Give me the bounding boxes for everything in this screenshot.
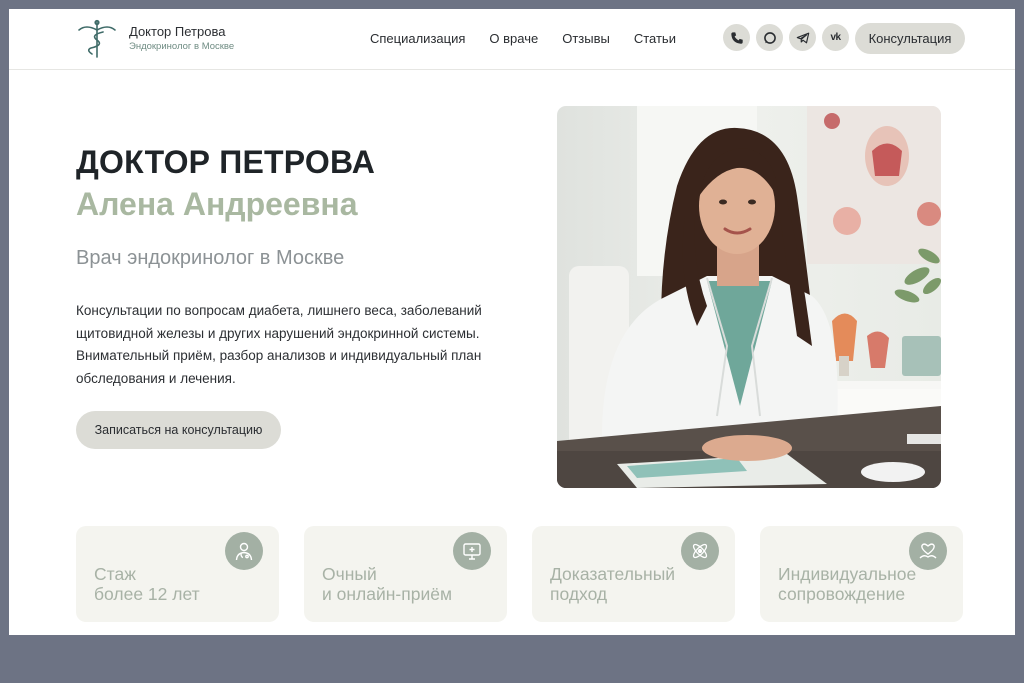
page: Доктор Петрова Эндокринолог в Москве Спе… xyxy=(9,9,1015,635)
feature-card-online: Очный и онлайн-приём xyxy=(304,526,507,622)
hero-title: ДОКТОР ПЕТРОВА xyxy=(76,144,376,180)
brand-name[interactable]: Доктор Петрова xyxy=(129,24,225,39)
vk-button[interactable]: vk xyxy=(822,24,849,51)
doctor-icon xyxy=(225,532,263,570)
site-header: Доктор Петрова Эндокринолог в Москве Спе… xyxy=(9,9,1015,70)
vk-icon: vk xyxy=(830,32,841,43)
phone-icon xyxy=(730,31,743,44)
brand-subtitle: Эндокринолог в Москве xyxy=(129,41,235,52)
feature-card-support: Индивидуальное сопровождение xyxy=(760,526,963,622)
feature-text: Доказательный подход xyxy=(550,564,676,604)
telegram-icon xyxy=(796,32,809,43)
hero-description: Консультации по вопросам диабета, лишнег… xyxy=(76,303,482,386)
feature-card-evidence: Доказательный подход xyxy=(532,526,735,622)
telegram-button[interactable] xyxy=(789,24,816,51)
feature-card-experience: Стаж более 12 лет xyxy=(76,526,279,622)
feature-text: Очный и онлайн-приём xyxy=(322,564,452,604)
consultation-button[interactable]: Консультация xyxy=(855,23,965,54)
book-consultation-button[interactable]: Записаться на консультацию xyxy=(76,411,281,449)
feature-cards: Стаж более 12 лет Очный и онлайн-приём Д… xyxy=(76,526,963,622)
feature-text: Стаж более 12 лет xyxy=(94,564,200,604)
caduceus-logo-icon[interactable] xyxy=(76,18,118,60)
social-links: vk xyxy=(723,24,849,51)
main-nav: Специализация О враче Отзывы Статьи xyxy=(370,31,676,46)
atom-icon xyxy=(681,532,719,570)
monitor-icon xyxy=(453,532,491,570)
nav-specialization[interactable]: Специализация xyxy=(370,31,465,46)
hero-doctor-name: Алена Андреевна xyxy=(76,186,358,222)
phone-button[interactable] xyxy=(723,24,750,51)
whatsapp-icon xyxy=(763,31,776,44)
feature-text: Индивидуальное сопровождение xyxy=(778,564,917,604)
nav-reviews[interactable]: Отзывы xyxy=(562,31,610,46)
doctor-photo xyxy=(557,106,941,488)
nav-articles[interactable]: Статьи xyxy=(634,31,676,46)
whatsapp-button[interactable] xyxy=(756,24,783,51)
nav-about-doctor[interactable]: О враче xyxy=(489,31,538,46)
hero-subtitle: Врач эндокринолог в Москве xyxy=(76,247,345,269)
